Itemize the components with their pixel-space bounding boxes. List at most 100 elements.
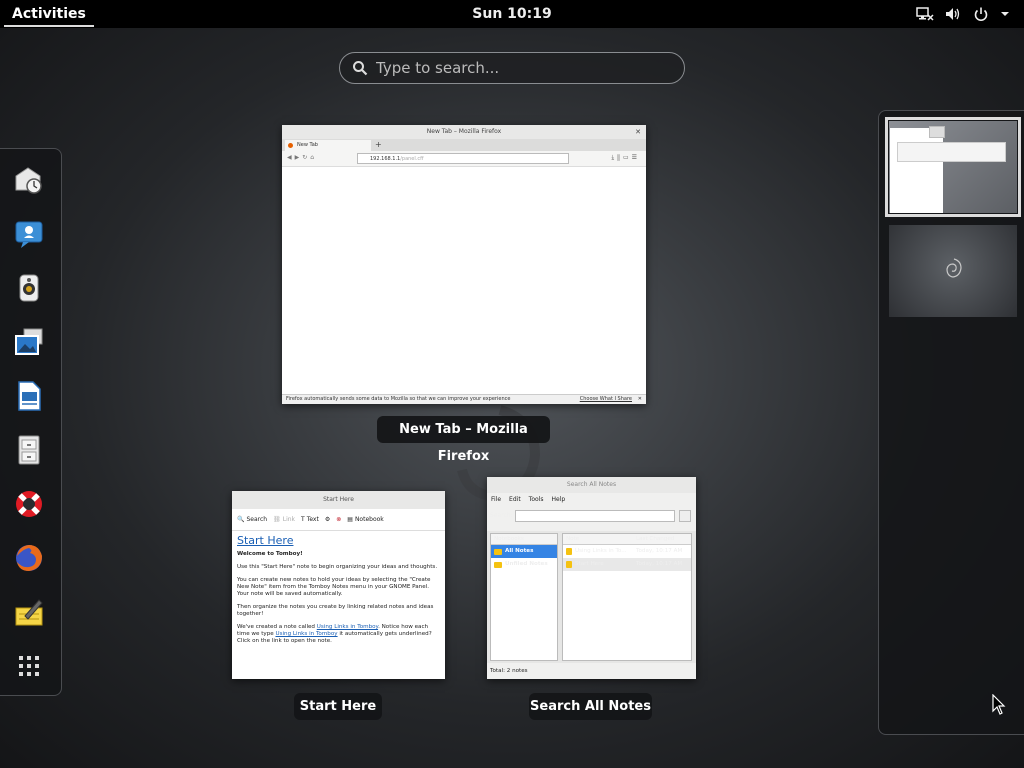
tools-icon: ⚙ (324, 516, 331, 523)
note-icon (566, 561, 572, 568)
note-toolbar: 🔍 Search ⛓ Link T Text ⚙ ⊗ ▤ Notebook (232, 509, 445, 531)
note-welcome: Welcome to Tomboy! (237, 551, 303, 557)
notebooks-list: Notebooks All Notes Unfiled Notes (490, 533, 558, 661)
document-icon[interactable] (10, 377, 48, 415)
search-button[interactable]: 🔍 Search (237, 516, 267, 523)
clear-search-button[interactable] (679, 510, 691, 522)
note-row[interactable]: Using Links in To... Today, 10:17 AM (563, 545, 691, 558)
start-here-titlebar: Start Here (232, 491, 445, 509)
note-icon (566, 548, 572, 555)
new-tab-icon[interactable]: + (375, 139, 382, 151)
note-paragraph: Use this "Start Here" note to begin orga… (237, 564, 438, 570)
notebook-item[interactable]: All Notes (491, 545, 557, 558)
firefox-favicon-icon (288, 143, 293, 148)
note-column-header[interactable]: Note (566, 536, 579, 542)
text-icon: T (301, 516, 305, 523)
notes-pen-icon[interactable] (10, 593, 48, 631)
workspace-window-thumb (890, 128, 943, 213)
menu-file[interactable]: File (491, 493, 501, 507)
notes-total: Total: 2 notes (487, 663, 696, 679)
notification-text: Firefox automatically sends some data to… (286, 396, 511, 402)
notebook-item[interactable]: Unfiled Notes (491, 558, 557, 571)
activities-button[interactable]: Activities (0, 0, 98, 28)
notes-list: Note Last Changed Using Links in To... To… (562, 533, 692, 661)
notebook-label: Unfiled Notes (505, 561, 548, 567)
firefox-icon[interactable] (10, 539, 48, 577)
notebook-button[interactable]: ▤ Notebook (347, 516, 384, 523)
note-row[interactable]: Start Here Today, 10:17 AM (563, 558, 691, 571)
notebook-icon: ▤ (347, 516, 353, 523)
menu-help[interactable]: Help (551, 493, 565, 507)
url-typed: 192.168.1.1 (370, 156, 401, 162)
notes-search-input[interactable] (515, 510, 675, 522)
speaker-icon[interactable] (10, 269, 48, 307)
workspace-2[interactable] (889, 225, 1017, 317)
search-input[interactable] (376, 59, 656, 77)
dash (0, 148, 62, 696)
volume-icon[interactable] (944, 5, 962, 23)
start-here-window-caption[interactable]: Start Here (294, 693, 382, 720)
firefox-window[interactable]: New Tab – Mozilla Firefox ✕ New Tab + ◀▶… (282, 125, 646, 404)
close-icon[interactable]: ✕ (635, 125, 641, 139)
file-cabinet-icon[interactable] (10, 431, 48, 469)
network-icon[interactable] (916, 5, 934, 23)
tools-button[interactable]: ⚙ (325, 516, 330, 523)
close-icon[interactable]: ✕ (638, 395, 642, 404)
tab-new-tab[interactable]: New Tab (285, 140, 371, 151)
navigation-bar: ◀▶↻⌂ 192.168.1.1/panel.cff ⤓⫼▭☰ (282, 151, 646, 167)
system-tray[interactable] (916, 0, 1010, 28)
firefox-window-caption[interactable]: New Tab – Mozilla Firefox (377, 416, 550, 464)
note-link[interactable]: Using Links in Tomboy (317, 624, 378, 630)
mail-clock-icon[interactable] (10, 161, 48, 199)
note-link[interactable]: Using Links in Tomboy (275, 631, 337, 637)
clock[interactable]: Sun 10:19 (472, 6, 551, 22)
note-date: Today, 10:17 AM (636, 561, 683, 567)
link-button[interactable]: ⛓ Link (273, 516, 295, 523)
menu-tools[interactable]: Tools (529, 493, 544, 507)
mouse-cursor-icon (992, 694, 1006, 715)
menu-bar: File Edit Tools Help (487, 493, 696, 507)
link-icon: ⛓ (273, 516, 281, 523)
power-icon[interactable] (972, 5, 990, 23)
tab-label: New Tab (297, 142, 318, 148)
search-icon: 🔍 (237, 516, 245, 523)
chevron-down-icon[interactable] (1000, 5, 1010, 23)
last-changed-column-header[interactable]: Last Changed (636, 534, 674, 545)
note-paragraph: We've created a note called Using Links … (237, 624, 440, 645)
notebook-label: All Notes (505, 548, 534, 554)
activities-indicator (4, 25, 94, 27)
toolbar-icons[interactable]: ⤓⫼▭☰ (612, 154, 640, 162)
text-button[interactable]: T Text (301, 516, 319, 523)
url-bar[interactable]: 192.168.1.1/panel.cff (357, 153, 569, 164)
workspace-window-thumb (897, 142, 1006, 162)
notebook-label: Notebook (354, 516, 384, 523)
start-here-window[interactable]: Start Here 🔍 Search ⛓ Link T Text ⚙ ⊗ ▤ Note… (232, 491, 445, 679)
search-entry[interactable] (339, 52, 685, 84)
link-label: Link (282, 516, 296, 523)
app-grid-icon[interactable] (10, 647, 48, 685)
firefox-titlebar: New Tab – Mozilla Firefox ✕ (282, 125, 646, 139)
search-notes-titlebar: Search All Notes (487, 477, 696, 493)
folder-icon (494, 548, 502, 555)
note-heading: Start Here (237, 534, 294, 547)
workspace-1[interactable] (885, 117, 1021, 217)
text-label: Text (306, 516, 319, 523)
note-text: We've created a note called (237, 624, 317, 630)
choose-what-i-share-button[interactable]: Choose What I Share (580, 395, 632, 404)
search-all-notes-window-caption[interactable]: Search All Notes (529, 693, 652, 720)
notes-panes: Notebooks All Notes Unfiled Notes Note L… (487, 531, 696, 664)
clock-area: Sun 10:19 (0, 0, 1024, 28)
delete-button[interactable]: ⊗ (336, 516, 341, 523)
notebooks-header[interactable]: Notebooks (491, 534, 557, 545)
data-notification-bar: Firefox automatically sends some data to… (282, 394, 646, 404)
activities-label: Activities (12, 6, 86, 22)
chat-bubble-icon[interactable] (10, 215, 48, 253)
lifebuoy-icon[interactable] (10, 485, 48, 523)
note-body[interactable]: Start Here Welcome to Tomboy! Use this "… (232, 531, 445, 654)
note-title: Start Here (575, 561, 604, 567)
notes-list-header: Note Last Changed (563, 534, 691, 545)
search-all-notes-window[interactable]: Search All Notes File Edit Tools Help Se… (487, 477, 696, 679)
menu-edit[interactable]: Edit (509, 493, 521, 507)
nav-buttons-icon[interactable]: ◀▶↻⌂ (287, 154, 317, 161)
photos-icon[interactable] (10, 323, 48, 361)
